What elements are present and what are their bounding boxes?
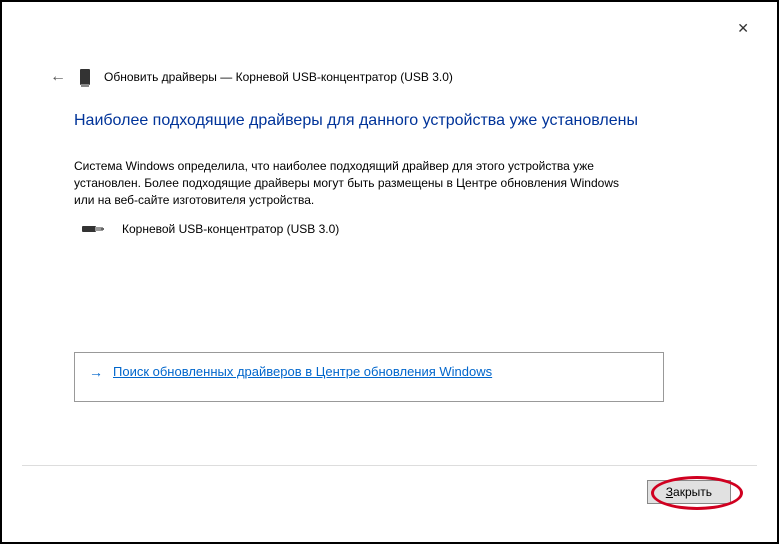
close-button-rest: акрыть	[673, 485, 712, 499]
arrow-right-icon: →	[89, 364, 103, 380]
windows-update-link-box[interactable]: → Поиск обновленных драйверов в Центре о…	[74, 352, 664, 402]
status-description: Система Windows определила, что наиболее…	[74, 158, 634, 208]
windows-update-link-text: Поиск обновленных драйверов в Центре обн…	[113, 363, 492, 381]
dialog-footer: Закрыть	[22, 465, 757, 504]
device-row: Корневой USB-концентратор (USB 3.0)	[82, 222, 705, 236]
main-content: Наиболее подходящие драйверы для данного…	[74, 112, 705, 236]
device-name: Корневой USB-концентратор (USB 3.0)	[122, 222, 339, 236]
status-heading: Наиболее подходящие драйверы для данного…	[74, 112, 705, 130]
window-title: Обновить драйверы — Корневой USB-концент…	[104, 70, 453, 84]
device-icon	[80, 69, 90, 85]
close-button-accelerator: З	[666, 485, 673, 499]
close-button[interactable]: Закрыть	[647, 480, 731, 504]
back-arrow-icon[interactable]: ←	[50, 68, 66, 86]
driver-update-dialog: ✕ ← Обновить драйверы — Корневой USB-кон…	[2, 2, 777, 542]
close-icon[interactable]: ✕	[737, 20, 749, 37]
usb-connector-icon	[82, 223, 104, 235]
dialog-header: ← Обновить драйверы — Корневой USB-конце…	[50, 68, 453, 86]
